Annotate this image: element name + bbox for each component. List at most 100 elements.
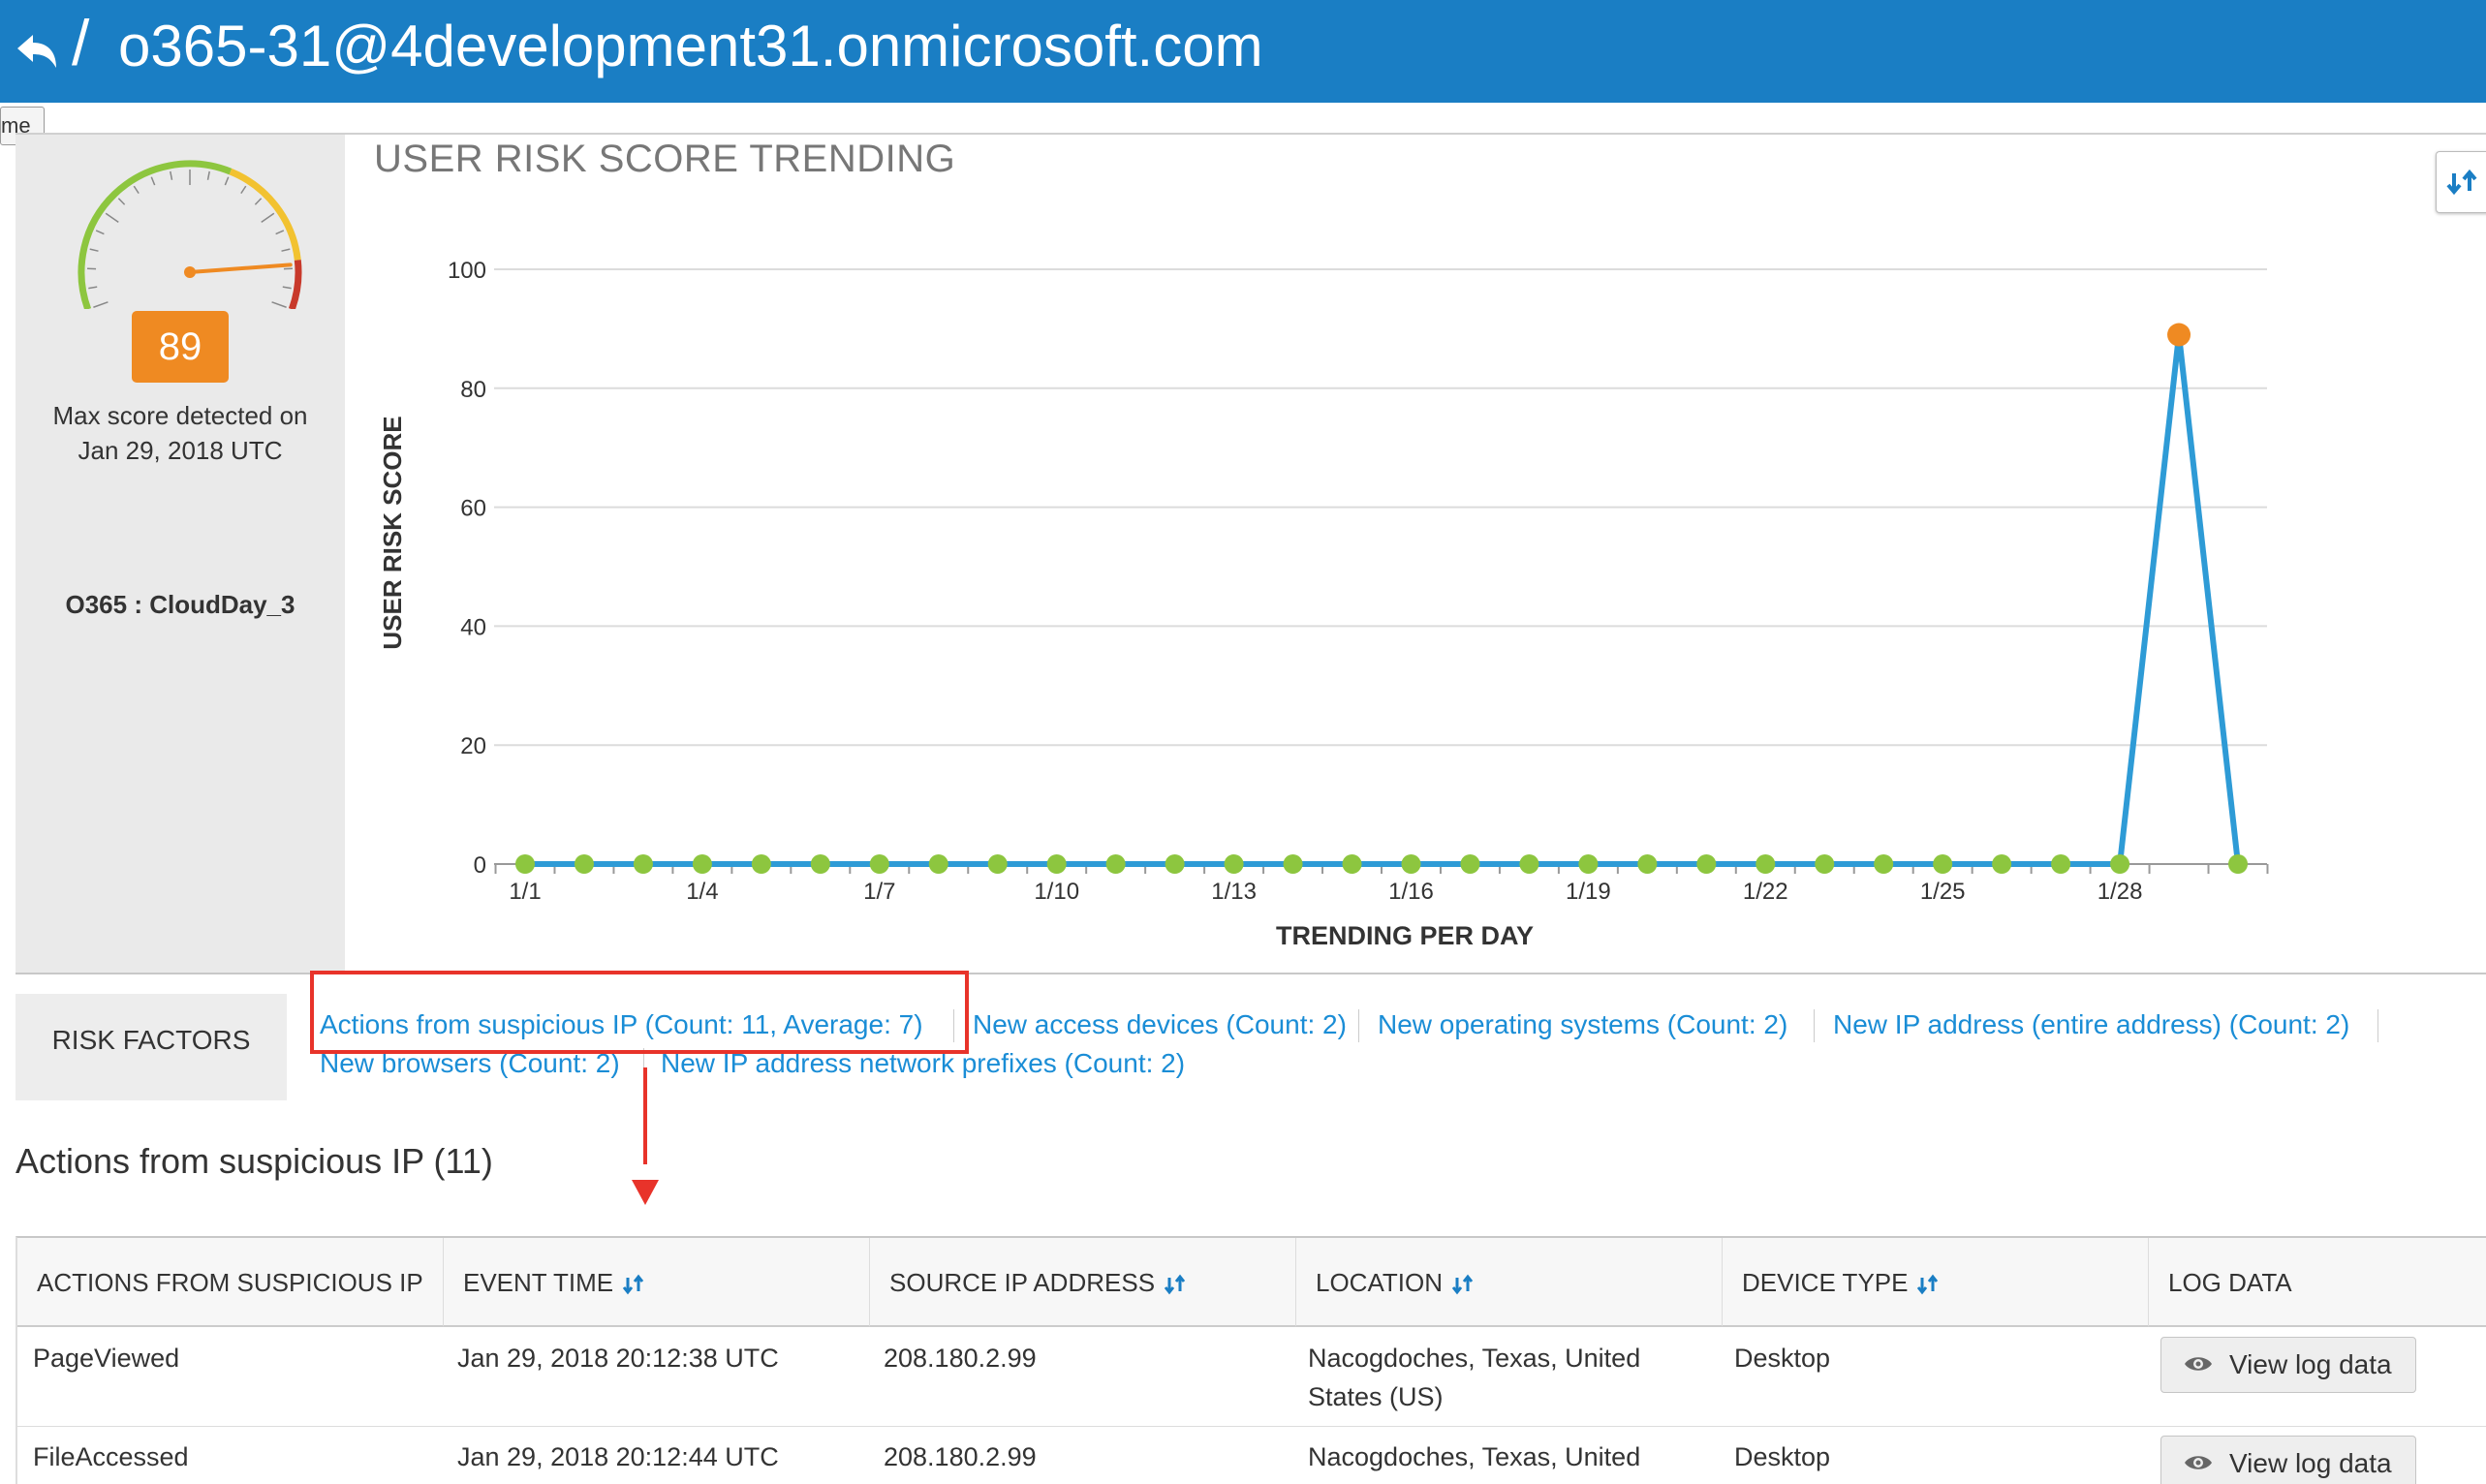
- data-point: [2228, 854, 2248, 874]
- risk-factor-new-devices[interactable]: New access devices (Count: 2): [973, 1009, 1347, 1040]
- column-header-label: LOCATION: [1316, 1268, 1443, 1297]
- cell-action: FileAccessed: [33, 1438, 189, 1476]
- data-point: [1284, 854, 1303, 874]
- annotation-arrow-line: [643, 1067, 647, 1164]
- max-score-text: Max score detected on Jan 29, 2018 UTC: [16, 398, 345, 468]
- y-tick-label: 100: [448, 258, 486, 284]
- y-axis-label: USER RISK SCORE: [378, 416, 407, 649]
- top-header-bar: / o365-31@4development31.onmicrosoft.com: [0, 0, 2486, 103]
- data-point: [1519, 854, 1538, 874]
- gauge-tick: [93, 302, 108, 307]
- data-point: [870, 854, 889, 874]
- source-name: O365 : CloudDay_3: [16, 590, 345, 620]
- gauge-tick: [255, 199, 261, 204]
- eye-icon: [2183, 1353, 2214, 1375]
- column-header-label: LOG DATA: [2168, 1268, 2292, 1297]
- column-header-source-ip[interactable]: SOURCE IP ADDRESS: [870, 1238, 1296, 1327]
- gauge-tick: [283, 287, 292, 288]
- data-point: [575, 854, 594, 874]
- column-header-action: ACTIONS FROM SUSPICIOUS IP: [17, 1238, 444, 1327]
- gauge-tick: [208, 171, 210, 180]
- series-line: [525, 335, 2238, 864]
- risk-gauge: [64, 144, 316, 309]
- gauge-tick: [96, 231, 104, 234]
- gauge-tick: [241, 186, 246, 194]
- gauge-hub: [184, 266, 196, 278]
- view-log-data-label: View log data: [2229, 1338, 2392, 1392]
- section-heading: Actions from suspicious IP (11): [16, 1141, 493, 1182]
- x-tick-label: 1/7: [863, 879, 895, 905]
- gauge-tick: [134, 186, 139, 194]
- x-tick-label: 1/28: [2098, 879, 2143, 905]
- cell-location-cont: States (US): [1308, 1377, 1444, 1416]
- gauge-tick: [276, 231, 284, 234]
- data-point: [752, 854, 771, 874]
- column-header-event-time[interactable]: EVENT TIME: [444, 1238, 870, 1327]
- data-point: [1992, 854, 2011, 874]
- gauge-tick: [262, 213, 274, 222]
- column-header-label: ACTIONS FROM SUSPICIOUS IP: [37, 1268, 423, 1297]
- cell-device-type: Desktop: [1734, 1438, 1830, 1476]
- gauge-tick: [272, 302, 287, 307]
- column-header-label: SOURCE IP ADDRESS: [889, 1268, 1155, 1297]
- link-separator: [1358, 1009, 1359, 1042]
- gauge-tick: [151, 177, 154, 185]
- sort-toggle-button[interactable]: [2436, 151, 2486, 213]
- data-point: [1401, 854, 1420, 874]
- max-score-line1: Max score detected on: [16, 398, 345, 433]
- data-point: [1106, 854, 1126, 874]
- data-point: [2110, 854, 2129, 874]
- sort-icon[interactable]: [621, 1273, 646, 1296]
- view-log-data-label: View log data: [2229, 1437, 2392, 1484]
- gauge-tick: [171, 171, 172, 180]
- score-badge: 89: [132, 311, 229, 383]
- cell-event-time: Jan 29, 2018 20:12:38 UTC: [457, 1339, 779, 1377]
- cell-location: Nacogdoches, Texas, United: [1308, 1438, 1640, 1476]
- back-arrow-icon[interactable]: [14, 27, 62, 76]
- cell-event-time: Jan 29, 2018 20:12:44 UTC: [457, 1438, 779, 1476]
- cell-source-ip: 208.180.2.99: [884, 1339, 1037, 1377]
- column-header-location[interactable]: LOCATION: [1296, 1238, 1723, 1327]
- data-point: [1756, 854, 1775, 874]
- gauge-tick: [90, 249, 99, 251]
- data-point: [2051, 854, 2070, 874]
- data-point: [1815, 854, 1834, 874]
- sort-icon[interactable]: [1915, 1273, 1941, 1296]
- data-point: [1933, 854, 1952, 874]
- data-point: [929, 854, 948, 874]
- y-tick-label: 20: [460, 733, 486, 759]
- data-point: [1225, 854, 1244, 874]
- risk-factor-new-ip[interactable]: New IP address (entire address) (Count: …: [1833, 1009, 2349, 1040]
- gauge-tick: [282, 249, 291, 251]
- y-tick-label: 60: [460, 496, 486, 522]
- x-tick-label: 1/22: [1743, 879, 1788, 905]
- row-divider: [17, 1426, 2486, 1427]
- link-separator: [2377, 1009, 2378, 1042]
- cell-action: PageViewed: [33, 1339, 179, 1377]
- data-point: [1047, 854, 1067, 874]
- link-separator: [1814, 1009, 1815, 1042]
- x-tick-label: 1/19: [1566, 879, 1611, 905]
- view-log-data-button[interactable]: View log data: [2160, 1436, 2416, 1484]
- risk-trend-chart: 020406080100 1/11/41/71/101/131/161/191/…: [368, 194, 2306, 959]
- sort-icon[interactable]: [1163, 1273, 1188, 1296]
- y-tick-label: 40: [460, 614, 486, 640]
- y-tick-label: 0: [474, 852, 486, 879]
- column-header-log-data: LOG DATA: [2149, 1238, 2486, 1327]
- x-tick-label: 1/10: [1034, 879, 1079, 905]
- column-header-device-type[interactable]: DEVICE TYPE: [1723, 1238, 2149, 1327]
- x-tick-label: 1/1: [509, 879, 541, 905]
- column-header-label: DEVICE TYPE: [1742, 1268, 1908, 1297]
- view-log-data-button[interactable]: View log data: [2160, 1337, 2416, 1393]
- column-header-label: EVENT TIME: [463, 1268, 613, 1297]
- y-tick-label: 80: [460, 377, 486, 403]
- data-points: [515, 324, 2248, 874]
- gauge-arc-green: [81, 164, 231, 309]
- risk-factor-new-os[interactable]: New operating systems (Count: 2): [1378, 1009, 1787, 1040]
- sort-arrows-icon: [2437, 152, 2486, 212]
- page-title: o365-31@4development31.onmicrosoft.com: [118, 8, 1263, 85]
- x-axis-label: TRENDING PER DAY: [1276, 921, 1534, 950]
- sort-icon[interactable]: [1450, 1273, 1476, 1296]
- data-point: [2167, 324, 2191, 347]
- x-tick-label: 1/25: [1920, 879, 1966, 905]
